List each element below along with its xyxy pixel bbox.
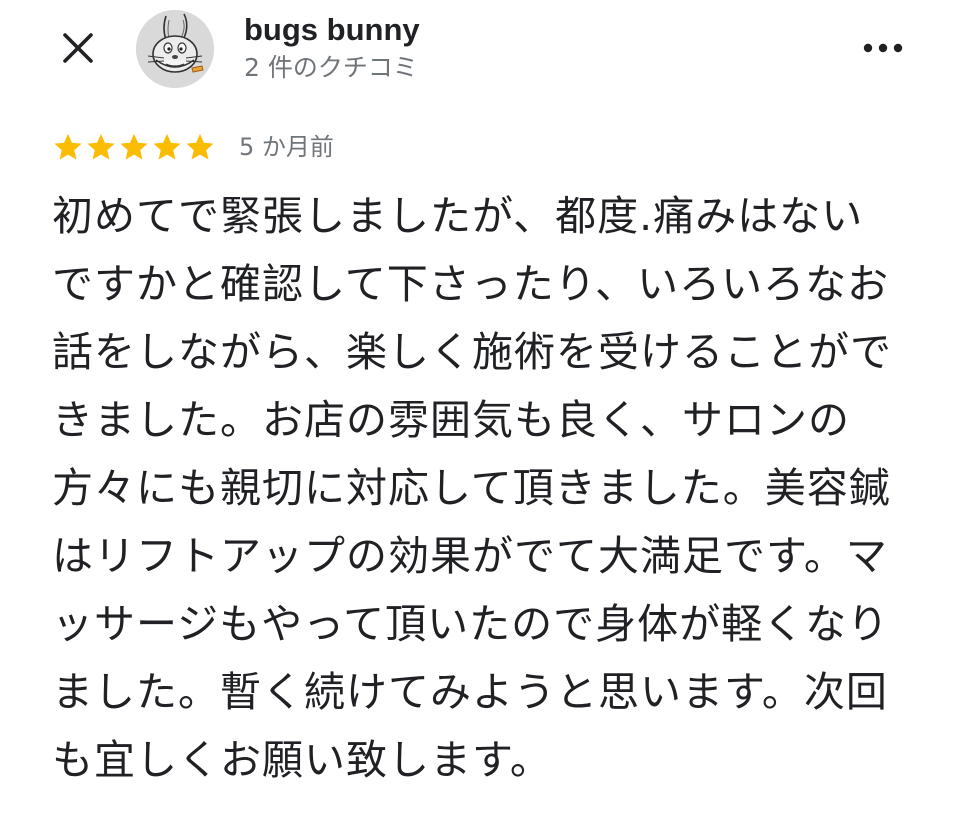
rating-row: 5 か月前 bbox=[52, 128, 334, 166]
more-horizontal-icon bbox=[863, 43, 903, 53]
star-icon bbox=[120, 133, 148, 160]
review-date: 5 か月前 bbox=[239, 133, 334, 161]
more-options-button[interactable] bbox=[858, 26, 908, 70]
review-text: 初めてで緊張しましたが、都度.痛みはないですかと確認して下さったり、いろいろなお… bbox=[52, 192, 892, 784]
bugs-bunny-avatar bbox=[136, 10, 214, 88]
star-rating bbox=[52, 131, 217, 163]
user-name[interactable]: bugs bunny bbox=[244, 10, 420, 50]
close-icon bbox=[63, 33, 93, 63]
star-icon bbox=[153, 133, 181, 160]
review-count[interactable]: 2 件のクチコミ bbox=[244, 50, 418, 86]
review-header: bugs bunny 2 件のクチコミ bbox=[0, 0, 960, 100]
avatar[interactable] bbox=[136, 10, 214, 88]
star-icon bbox=[87, 133, 115, 160]
star-icon bbox=[54, 133, 82, 160]
close-button[interactable] bbox=[55, 25, 101, 71]
star-icon bbox=[186, 133, 214, 160]
